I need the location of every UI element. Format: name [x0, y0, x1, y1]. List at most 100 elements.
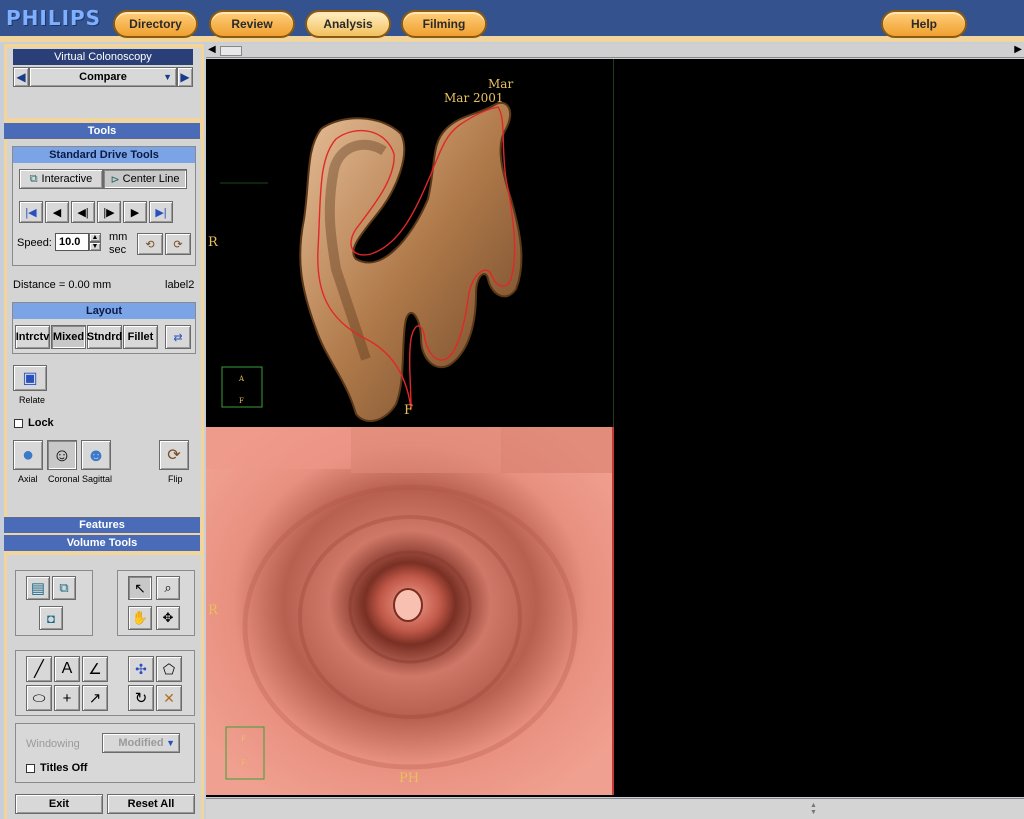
speed-increase-button[interactable]: ▲: [89, 233, 101, 242]
pan-tool-button[interactable]: ✋: [128, 606, 152, 630]
interactive-mode-button[interactable]: ⧉ Interactive: [19, 169, 103, 189]
camera-series-icon: ⧉: [59, 580, 69, 595]
step-back-button[interactable]: ◀|: [71, 201, 95, 223]
fly-forward-button[interactable]: ⟳: [165, 233, 191, 255]
delete-annotation-button[interactable]: ✕: [156, 685, 182, 711]
scroll-left-icon[interactable]: ◀: [208, 44, 216, 55]
snapshot-button[interactable]: ◘: [39, 606, 63, 630]
horizontal-scrollbar-top[interactable]: ◀ ▶: [206, 44, 1024, 58]
first-frame-button[interactable]: |◀: [19, 201, 43, 223]
reset-all-button[interactable]: Reset All: [107, 794, 195, 814]
move-icon: ✣: [135, 660, 147, 677]
window-level-tool-button[interactable]: ✥: [156, 606, 180, 630]
lock-checkbox[interactable]: [14, 419, 23, 428]
review-button[interactable]: Review: [209, 10, 295, 38]
drive-tools-header: Standard Drive Tools: [13, 147, 195, 163]
bottom-view-left-marker: R: [208, 603, 218, 618]
horizontal-scrollbar-bottom[interactable]: ▲ ▼: [206, 798, 1024, 819]
splitter-handle-icon[interactable]: ▲ ▼: [810, 802, 817, 816]
titles-off-checkbox[interactable]: [26, 764, 35, 773]
colon-3d-view[interactable]: R Mar Mar 2001 F A F: [206, 59, 614, 427]
filming-button[interactable]: Filming: [401, 10, 487, 38]
axial-view-button[interactable]: ●: [13, 440, 43, 470]
help-button[interactable]: Help: [881, 10, 967, 38]
coronal-view-button[interactable]: ☺: [47, 440, 77, 470]
previous-mode-button[interactable]: ◀: [13, 67, 29, 87]
angle-tool-button[interactable]: ∠: [82, 656, 108, 682]
capture-tools-box: ▤ ⧉ ◘: [15, 570, 93, 636]
tools-header[interactable]: Tools: [4, 123, 200, 139]
speed-label: Speed:: [17, 237, 52, 249]
layout-swap-button[interactable]: ⇄: [165, 325, 191, 349]
flip-icon: ⟳: [167, 447, 181, 464]
fly-reverse-button[interactable]: ⟲: [137, 233, 163, 255]
step-forward-button[interactable]: |▶: [97, 201, 121, 223]
line-tool-button[interactable]: ╱: [26, 656, 52, 682]
center-line-label: Center Line: [122, 173, 180, 185]
viewer-area[interactable]: R Mar Mar 2001 F A F R PH F F: [206, 59, 1024, 797]
zoom-tool-button[interactable]: ⌕: [156, 576, 180, 600]
ellipse-icon: ⬭: [32, 689, 46, 707]
text-tool-button[interactable]: A: [54, 656, 80, 682]
center-line-mode-button[interactable]: ⊳ Center Line: [103, 169, 187, 189]
features-header[interactable]: Features: [4, 517, 200, 533]
analysis-button[interactable]: Analysis: [305, 10, 391, 38]
save-button[interactable]: ▤: [26, 576, 50, 600]
exit-button[interactable]: Exit: [15, 794, 103, 814]
endoluminal-view[interactable]: R PH F F: [206, 427, 614, 795]
distance-readout: Distance = 0.00 mm: [13, 279, 112, 291]
flip-button[interactable]: ⟳: [159, 440, 189, 470]
layout-fillet-button[interactable]: Fillet: [123, 325, 158, 349]
speed-unit-sec: sec: [109, 244, 127, 256]
pointer-tool-button[interactable]: ↖: [128, 576, 152, 600]
windowing-select[interactable]: Modified ▼: [102, 733, 180, 753]
layout-box: Layout Intrctv Mixed Stndrd Fillet ⇄: [12, 302, 196, 354]
orient-top-a: A: [239, 375, 245, 383]
relate-label: Relate: [19, 395, 46, 405]
mode-select[interactable]: Compare ▼: [29, 67, 177, 87]
rotate-tool-button[interactable]: ↻: [128, 685, 154, 711]
camera-icon: ◘: [47, 610, 55, 626]
polygon-tool-button[interactable]: ⬠: [156, 656, 182, 682]
step-back-icon: ◀|: [77, 206, 89, 219]
play-forward-button[interactable]: ▶: [123, 201, 147, 223]
line-icon: ╱: [34, 661, 44, 678]
philips-logo: PHILIPS: [6, 6, 102, 30]
speed-decrease-button[interactable]: ▼: [89, 242, 101, 251]
lock-label: Lock: [28, 417, 54, 429]
zoom-icon: ⌕: [164, 580, 172, 595]
next-mode-button[interactable]: ▶: [177, 67, 193, 87]
volume-tools-header[interactable]: Volume Tools: [4, 535, 200, 551]
save-icon: ▤: [30, 580, 46, 597]
flip-label: Flip: [168, 474, 183, 484]
head-axial-icon: ●: [21, 443, 35, 466]
last-frame-button[interactable]: ▶|: [149, 201, 173, 223]
sagittal-label: Sagittal: [82, 474, 113, 484]
axial-label: Axial: [18, 474, 38, 484]
move-tool-button[interactable]: ✣: [128, 656, 154, 682]
center-line-icon: ⊳: [110, 173, 120, 186]
arrow-left-icon: ◀: [16, 70, 26, 84]
layout-interactive-button[interactable]: Intrctv: [15, 325, 50, 349]
ellipse-tool-button[interactable]: ⬭: [26, 685, 52, 711]
layout-header: Layout: [13, 303, 195, 319]
windowing-box: Windowing Modified ▼ Titles Off: [15, 723, 195, 783]
play-reverse-button[interactable]: ◀: [45, 201, 69, 223]
relate-button[interactable]: ▣: [13, 365, 47, 391]
polygon-icon: ⬠: [162, 660, 176, 677]
orient-bottom-a: F: [241, 735, 246, 743]
speed-input[interactable]: 10.0: [55, 233, 89, 251]
scrollbar-thumb[interactable]: [220, 46, 242, 56]
bottom-view-bottom-marker: PH: [399, 771, 420, 786]
camera-series-button[interactable]: ⧉: [52, 576, 76, 600]
sagittal-view-button[interactable]: ☻: [81, 440, 111, 470]
crosshair-tool-button[interactable]: +: [54, 685, 80, 711]
head-coronal-icon: ☺: [52, 444, 72, 465]
arrow-tool-button[interactable]: ↗: [82, 685, 108, 711]
top-view-bottom-marker: F: [404, 403, 414, 418]
scroll-right-icon[interactable]: ▶: [1014, 44, 1022, 55]
layout-mixed-button[interactable]: Mixed: [51, 325, 86, 349]
directory-button[interactable]: Directory: [113, 10, 198, 38]
layout-standard-button[interactable]: Stndrd: [87, 325, 122, 349]
top-view-annotation-1: Mar: [488, 77, 514, 91]
